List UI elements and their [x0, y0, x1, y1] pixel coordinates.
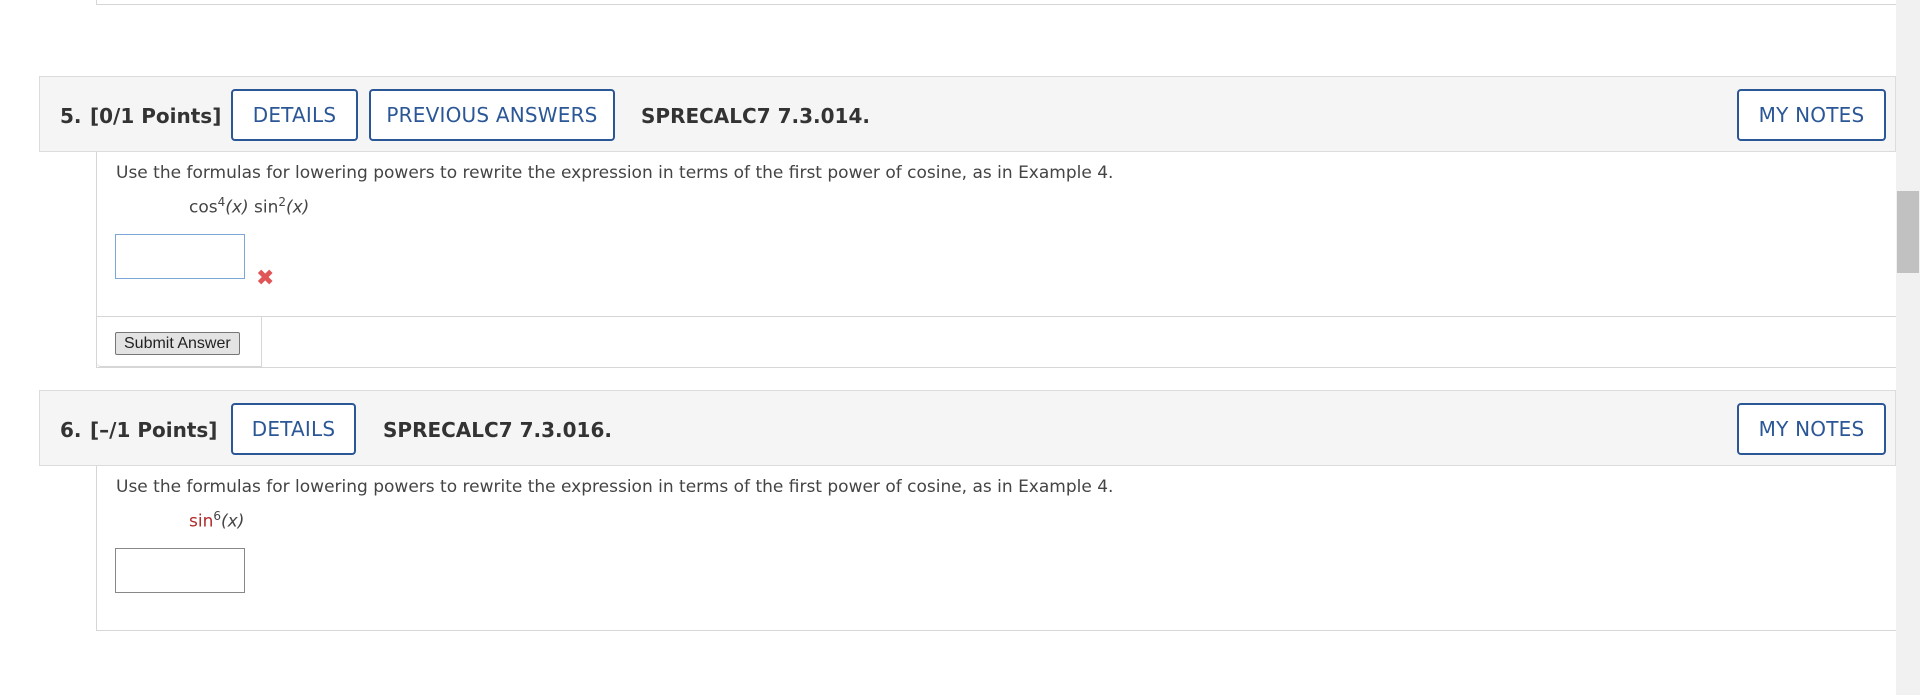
scrollbar-thumb[interactable]: [1897, 191, 1919, 273]
question-number: 6.: [60, 418, 82, 442]
question-code: SPRECALC7 7.3.014.: [641, 104, 870, 128]
vertical-scrollbar[interactable]: [1896, 0, 1920, 695]
question-number: 5.: [60, 104, 82, 128]
assignment-page: 5. [0/1 Points] DETAILS PREVIOUS ANSWERS…: [0, 0, 1920, 695]
question-points: [–/1 Points]: [90, 418, 218, 442]
answer-input[interactable]: [115, 548, 245, 593]
question-5-header: 5. [0/1 Points] DETAILS PREVIOUS ANSWERS…: [39, 76, 1896, 152]
previous-answers-button[interactable]: PREVIOUS ANSWERS: [369, 89, 615, 141]
function-name: sin: [253, 197, 279, 218]
submit-answer-button[interactable]: Submit Answer: [115, 332, 240, 355]
x-mark-icon: ✖: [256, 266, 275, 291]
my-notes-button[interactable]: MY NOTES: [1737, 403, 1886, 455]
math-expression: sin6(x): [189, 509, 244, 532]
function-name: cos: [189, 197, 218, 218]
question-6-header: 6. [–/1 Points] DETAILS SPRECALC7 7.3.01…: [39, 390, 1896, 466]
question-5-body: Use the formulas for lowering powers to …: [96, 152, 1896, 368]
answer-input[interactable]: [115, 234, 245, 279]
details-button[interactable]: DETAILS: [231, 403, 356, 455]
exponent: 6: [213, 509, 221, 523]
argument: (x): [225, 197, 249, 218]
question-6-body: Use the formulas for lowering powers to …: [96, 466, 1896, 631]
details-button[interactable]: DETAILS: [231, 89, 358, 141]
question-prompt: Use the formulas for lowering powers to …: [116, 477, 1114, 497]
argument: (x): [221, 511, 245, 532]
math-expression: cos4(x) sin2(x): [189, 195, 309, 218]
argument: (x): [285, 197, 310, 218]
question-prompt: Use the formulas for lowering powers to …: [116, 163, 1114, 183]
function-name: sin: [189, 511, 214, 532]
question-code: SPRECALC7 7.3.016.: [383, 418, 612, 442]
my-notes-button[interactable]: MY NOTES: [1737, 89, 1886, 141]
exponent: 2: [278, 195, 286, 209]
submit-area: Submit Answer: [97, 316, 262, 367]
previous-question-bottom-border: [96, 0, 1897, 5]
question-points: [0/1 Points]: [90, 104, 222, 128]
submit-separator: [262, 316, 1896, 317]
